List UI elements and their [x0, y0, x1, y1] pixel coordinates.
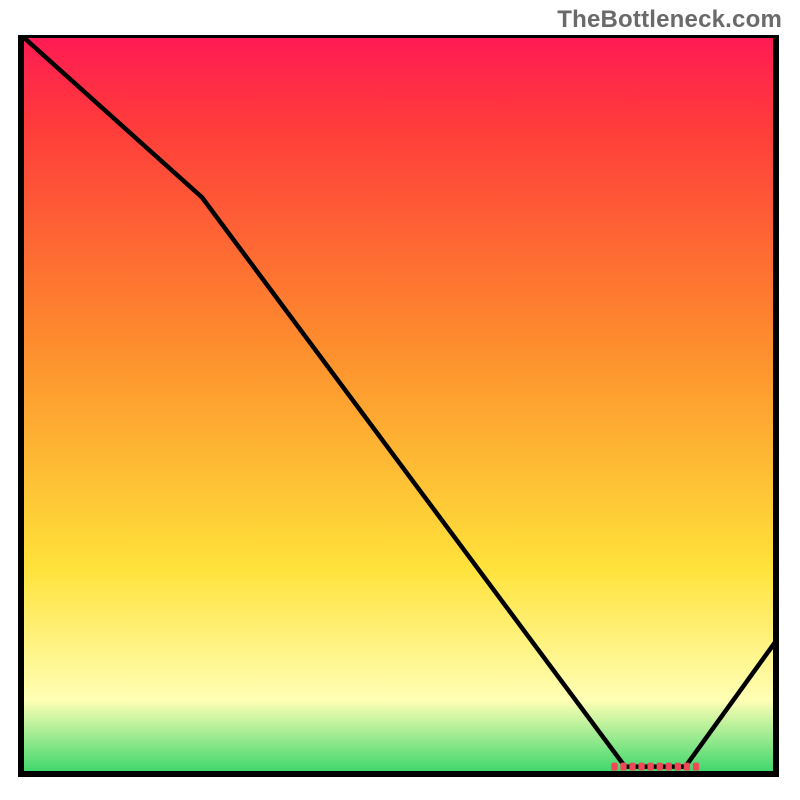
marker-dash: [666, 763, 672, 771]
watermark-label: TheBottleneck.com: [557, 6, 782, 34]
marker-dash: [620, 763, 626, 771]
chart-svg: [18, 35, 779, 780]
gradient-background: [21, 35, 776, 774]
marker-dash: [693, 763, 699, 771]
figure-container: TheBottleneck.com: [0, 0, 800, 800]
marker-dash: [629, 763, 635, 771]
marker-dash: [611, 763, 617, 771]
chart-plot-area: [18, 35, 779, 780]
marker-dash: [675, 763, 681, 771]
marker-dash: [638, 763, 644, 771]
marker-dash: [684, 763, 690, 771]
marker-dash: [648, 763, 654, 771]
marker-dash: [657, 763, 663, 771]
